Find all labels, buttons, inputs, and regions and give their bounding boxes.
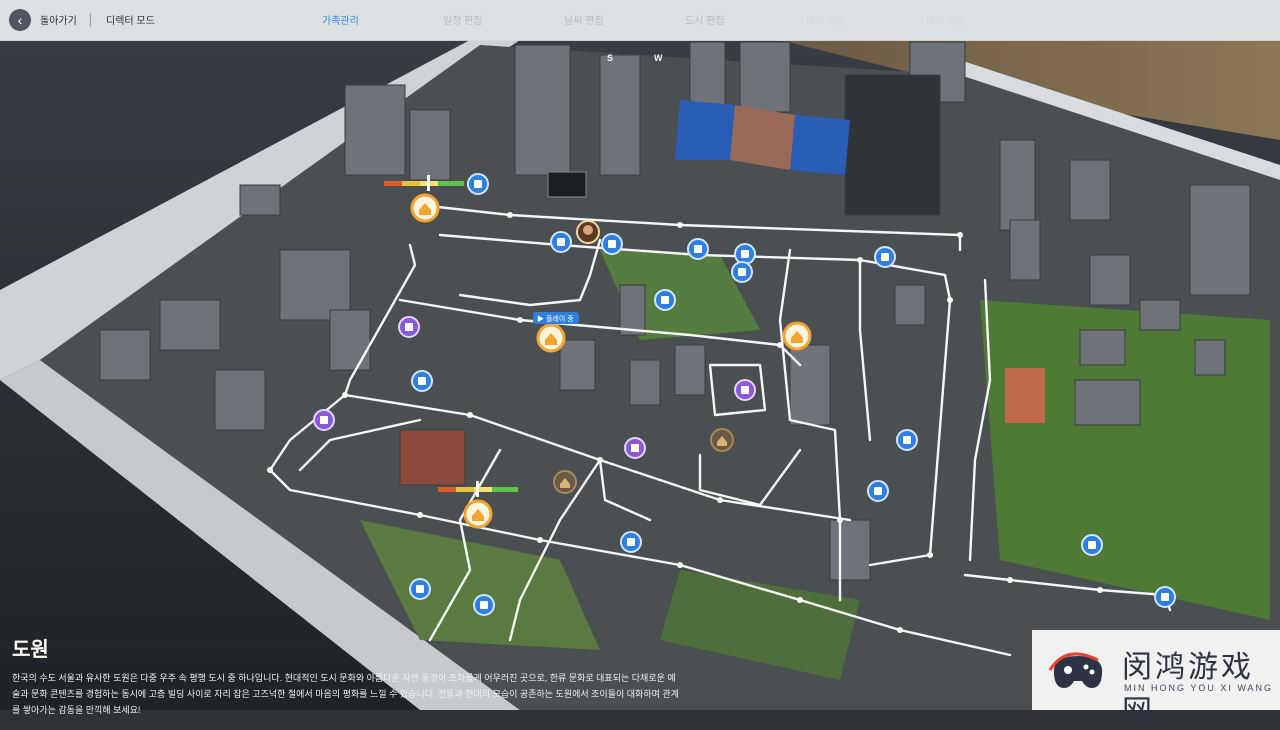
activity-marker[interactable] <box>313 409 335 431</box>
person-marker[interactable] <box>1154 586 1176 608</box>
playing-tooltip: ▶ 플레이 중 <box>533 312 579 324</box>
stadium-roof-right <box>790 115 850 175</box>
stadium-roof-left <box>675 100 735 160</box>
home-marker[interactable] <box>410 193 440 223</box>
person-marker[interactable] <box>601 233 623 255</box>
tab-actor-edit[interactable]: 배우 편집 <box>806 12 846 27</box>
person-marker[interactable] <box>550 231 572 253</box>
tab-schedule-edit[interactable]: 일정 편집 <box>443 12 483 27</box>
person-marker[interactable] <box>409 578 431 600</box>
tab-family-management[interactable]: 가족관리 <box>322 12 359 27</box>
director-mode-button[interactable]: 디렉터 모드 <box>106 12 155 27</box>
tab-city-edit[interactable]: 도시 편집 <box>685 12 725 27</box>
city-map[interactable]: ▶ 플레이 중 <box>0 0 1280 710</box>
home-marker-inactive[interactable] <box>710 428 734 452</box>
compass-west-label: W <box>654 53 663 63</box>
divider <box>90 13 91 27</box>
activity-marker[interactable] <box>734 379 756 401</box>
tab-layout-edit[interactable]: 배치 편집 <box>926 12 966 27</box>
person-marker[interactable] <box>411 370 433 392</box>
compass-south-label: S <box>607 53 614 63</box>
back-button[interactable]: 돌아가기 <box>40 12 77 27</box>
person-marker[interactable] <box>874 246 896 268</box>
person-marker[interactable] <box>731 261 753 283</box>
person-marker[interactable] <box>473 594 495 616</box>
location-info-panel: 도원 한국의 수도 서울과 유사한 도원은 다중 우주 속 평행 도시 중 하나… <box>12 633 702 718</box>
stadium-field <box>730 105 795 170</box>
person-marker[interactable] <box>654 289 676 311</box>
playing-tooltip-text: ▶ 플레이 중 <box>537 314 574 323</box>
back-arrow-icon[interactable]: ‹ <box>9 9 31 31</box>
person-marker[interactable] <box>896 429 918 451</box>
person-marker[interactable] <box>467 173 489 195</box>
location-title: 도원 <box>12 639 49 661</box>
person-marker[interactable] <box>734 243 756 265</box>
tennis-court <box>1005 368 1045 423</box>
character-avatar[interactable] <box>576 220 600 244</box>
tab-weather-edit[interactable]: 날씨 편집 <box>564 12 604 27</box>
location-description: 한국의 수도 서울과 유사한 도원은 다중 우주 속 평행 도시 중 하나입니다… <box>12 673 679 715</box>
home-marker[interactable] <box>463 499 493 529</box>
watermark: 闵鸿游戏网 MIN HONG YOU XI WANG <box>1032 630 1280 729</box>
activity-marker[interactable] <box>624 437 646 459</box>
person-marker[interactable] <box>620 531 642 553</box>
home-marker[interactable] <box>536 323 566 353</box>
person-marker[interactable] <box>867 480 889 502</box>
watermark-subtitle: MIN HONG YOU XI WANG <box>1124 683 1274 693</box>
billboard <box>547 171 587 198</box>
person-marker[interactable] <box>687 238 709 260</box>
home-marker-inactive[interactable] <box>553 470 577 494</box>
top-navigation-bar: ‹ 돌아가기 디렉터 모드 가족관리 일정 편집 날씨 편집 도시 편집 배우 … <box>0 0 1280 41</box>
person-marker[interactable] <box>1081 534 1103 556</box>
activity-marker[interactable] <box>398 316 420 338</box>
home-marker[interactable] <box>782 321 812 351</box>
gamepad-logo-icon <box>1048 652 1103 688</box>
